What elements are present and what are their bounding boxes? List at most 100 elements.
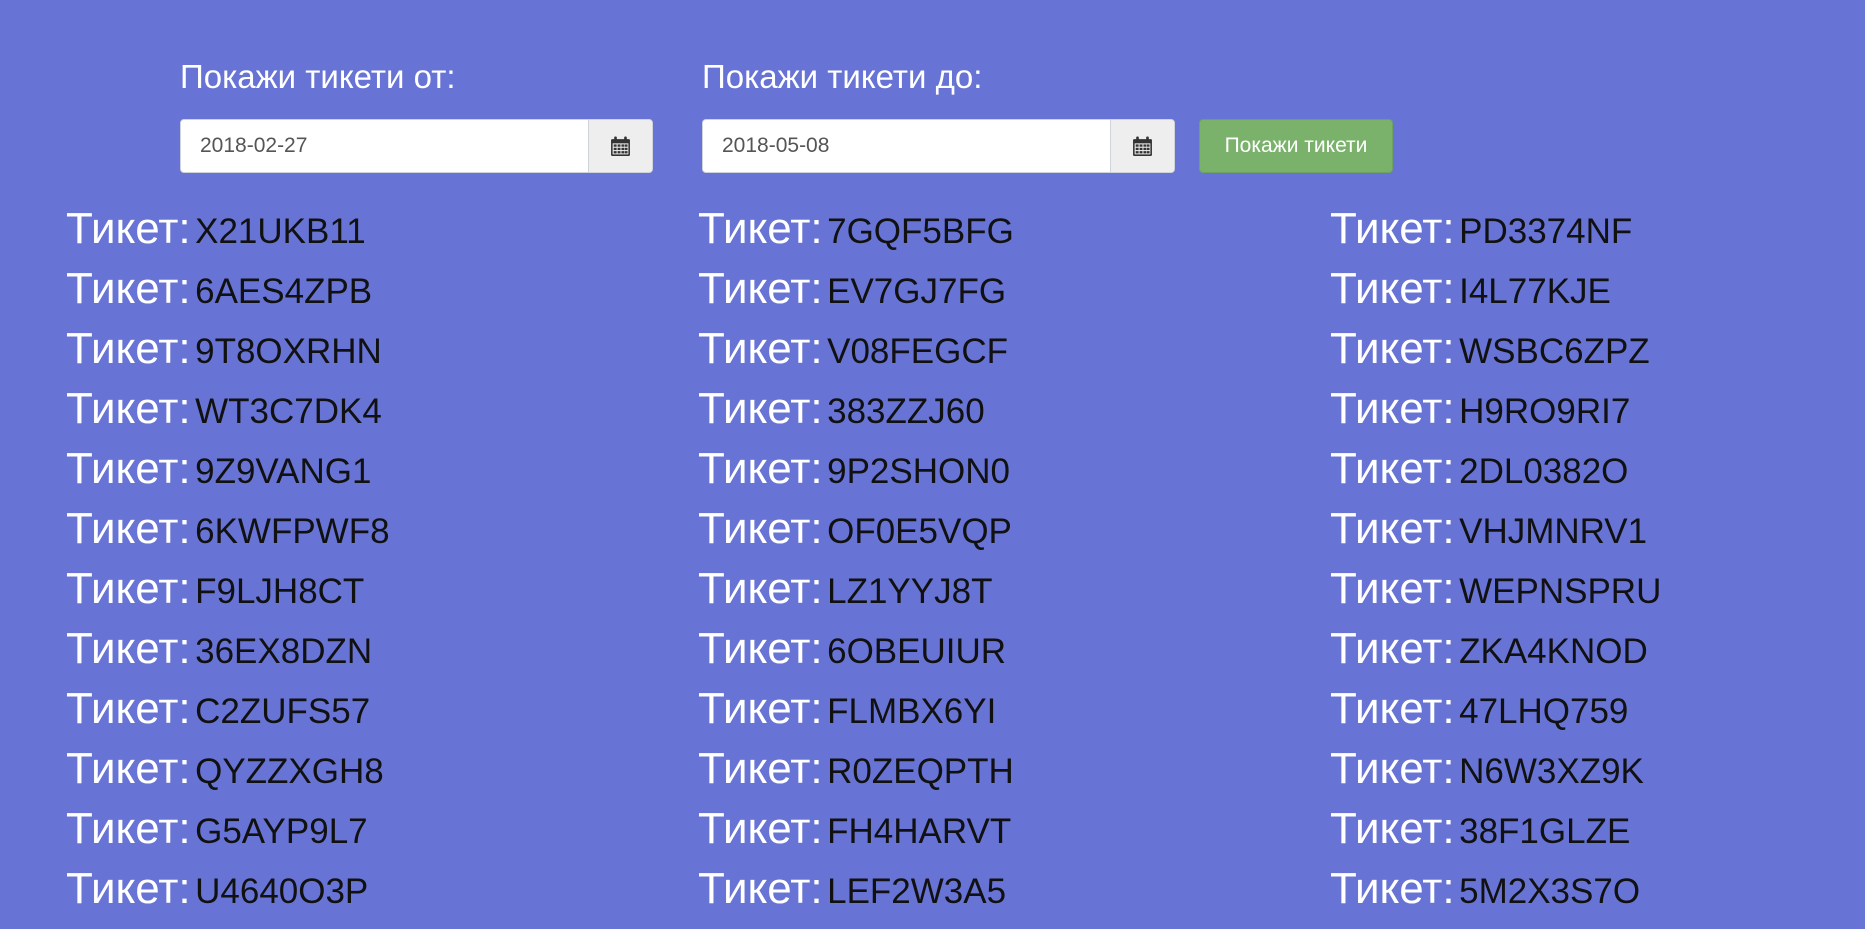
ticket-label: Тикет:: [66, 744, 191, 793]
ticket-code: VHJMNRV1: [1459, 512, 1648, 551]
ticket-code: QYZZXGH8: [195, 752, 384, 791]
ticket-item: Тикет: VHJMNRV1: [1330, 499, 1661, 559]
ticket-label: Тикет:: [66, 204, 191, 253]
ticket-item: Тикет: LZ1YYJ8T: [698, 559, 1014, 619]
ticket-item: Тикет: EV7GJ7FG: [698, 259, 1014, 319]
ticket-label: Тикет:: [698, 864, 823, 913]
ticket-code: EV7GJ7FG: [827, 272, 1007, 311]
ticket-code: 2DL0382O: [1459, 452, 1629, 491]
ticket-column-3: Тикет: PD3374NF Тикет: I4L77KJE Тикет: WSB…: [1330, 199, 1661, 919]
calendar-icon: [1133, 136, 1152, 156]
ticket-code: F9LJH8CT: [195, 572, 365, 611]
ticket-code: OF0E5VQP: [827, 512, 1012, 551]
ticket-item: Тикет: 5M2X3S7O: [1330, 859, 1661, 919]
ticket-code: 6AES4ZPB: [195, 272, 373, 311]
ticket-label: Тикет:: [698, 684, 823, 733]
ticket-item: Тикет: QYZZXGH8: [66, 739, 390, 799]
filter-from-label: Покажи тикети от:: [180, 58, 456, 95]
ticket-label: Тикет:: [698, 264, 823, 313]
ticket-label: Тикет:: [1330, 864, 1455, 913]
ticket-item: Тикет: 36EX8DZN: [66, 619, 390, 679]
ticket-item: Тикет: 9T8OXRHN: [66, 319, 390, 379]
ticket-item: Тикет: 47LHQ759: [1330, 679, 1661, 739]
ticket-code: LZ1YYJ8T: [827, 572, 993, 611]
ticket-label: Тикет:: [1330, 444, 1455, 493]
ticket-item: Тикет: N6W3XZ9K: [1330, 739, 1661, 799]
ticket-item: Тикет: F9LJH8CT: [66, 559, 390, 619]
ticket-item: Тикет: 6AES4ZPB: [66, 259, 390, 319]
ticket-item: Тикет: V08FEGCF: [698, 319, 1014, 379]
ticket-code: FH4HARVT: [827, 812, 1012, 851]
ticket-item: Тикет: WEPNSPRU: [1330, 559, 1661, 619]
ticket-label: Тикет:: [698, 204, 823, 253]
date-from-group: [180, 119, 653, 173]
ticket-label: Тикет:: [66, 384, 191, 433]
ticket-label: Тикет:: [1330, 384, 1455, 433]
ticket-code: 5M2X3S7O: [1459, 872, 1641, 911]
ticket-item: Тикет: WT3C7DK4: [66, 379, 390, 439]
ticket-code: LEF2W3A5: [827, 872, 1007, 911]
ticket-code: U4640O3P: [195, 872, 369, 911]
ticket-label: Тикет:: [698, 324, 823, 373]
ticket-item: Тикет: G5AYP9L7: [66, 799, 390, 859]
date-from-input[interactable]: [181, 120, 588, 172]
date-to-input[interactable]: [703, 120, 1110, 172]
ticket-code: ZKA4KNOD: [1459, 632, 1648, 671]
ticket-code: 9Z9VANG1: [195, 452, 372, 491]
ticket-label: Тикет:: [1330, 804, 1455, 853]
ticket-item: Тикет: 6OBEUIUR: [698, 619, 1014, 679]
ticket-label: Тикет:: [698, 444, 823, 493]
ticket-item: Тикет: U4640O3P: [66, 859, 390, 919]
ticket-label: Тикет:: [698, 504, 823, 553]
ticket-item: Тикет: 7GQF5BFG: [698, 199, 1014, 259]
ticket-code: 6KWFPWF8: [195, 512, 390, 551]
ticket-label: Тикет:: [1330, 324, 1455, 373]
ticket-label: Тикет:: [698, 624, 823, 673]
ticket-label: Тикет:: [698, 804, 823, 853]
ticket-code: 6OBEUIUR: [827, 632, 1007, 671]
ticket-item: Тикет: X21UKB11: [66, 199, 390, 259]
ticket-label: Тикет:: [66, 864, 191, 913]
date-to-calendar-button[interactable]: [1110, 120, 1174, 172]
ticket-label: Тикет:: [66, 804, 191, 853]
calendar-icon: [611, 136, 630, 156]
ticket-item: Тикет: R0ZEQPTH: [698, 739, 1014, 799]
ticket-code: R0ZEQPTH: [827, 752, 1014, 791]
ticket-item: Тикет: FH4HARVT: [698, 799, 1014, 859]
ticket-label: Тикет:: [1330, 684, 1455, 733]
ticket-label: Тикет:: [66, 624, 191, 673]
ticket-code: WSBC6ZPZ: [1459, 332, 1650, 371]
ticket-code: 36EX8DZN: [195, 632, 373, 671]
ticket-code: I4L77KJE: [1459, 272, 1611, 311]
ticket-code: V08FEGCF: [827, 332, 1008, 371]
show-tickets-button[interactable]: Покажи тикети: [1199, 119, 1393, 173]
ticket-label: Тикет:: [66, 264, 191, 313]
ticket-label: Тикет:: [66, 324, 191, 373]
filter-to-label: Покажи тикети до:: [702, 58, 983, 95]
ticket-code: 47LHQ759: [1459, 692, 1629, 731]
ticket-item: Тикет: 9P2SHON0: [698, 439, 1014, 499]
ticket-code: C2ZUFS57: [195, 692, 371, 731]
ticket-label: Тикет:: [66, 564, 191, 613]
ticket-item: Тикет: WSBC6ZPZ: [1330, 319, 1661, 379]
ticket-code: FLMBX6YI: [827, 692, 997, 731]
ticket-item: Тикет: H9RO9RI7: [1330, 379, 1661, 439]
ticket-label: Тикет:: [66, 684, 191, 733]
ticket-label: Тикет:: [66, 504, 191, 553]
date-from-calendar-button[interactable]: [588, 120, 652, 172]
ticket-code: 38F1GLZE: [1459, 812, 1631, 851]
ticket-item: Тикет: I4L77KJE: [1330, 259, 1661, 319]
ticket-code: 383ZZJ60: [827, 392, 985, 431]
ticket-label: Тикет:: [698, 744, 823, 793]
ticket-item: Тикет: C2ZUFS57: [66, 679, 390, 739]
ticket-code: 9T8OXRHN: [195, 332, 382, 371]
ticket-code: WT3C7DK4: [195, 392, 382, 431]
ticket-item: Тикет: 9Z9VANG1: [66, 439, 390, 499]
ticket-code: H9RO9RI7: [1459, 392, 1631, 431]
ticket-label: Тикет:: [1330, 264, 1455, 313]
ticket-column-2: Тикет: 7GQF5BFG Тикет: EV7GJ7FG Тикет: V08…: [698, 199, 1014, 919]
ticket-code: 9P2SHON0: [827, 452, 1010, 491]
ticket-label: Тикет:: [1330, 744, 1455, 793]
ticket-label: Тикет:: [698, 564, 823, 613]
ticket-item: Тикет: 383ZZJ60: [698, 379, 1014, 439]
